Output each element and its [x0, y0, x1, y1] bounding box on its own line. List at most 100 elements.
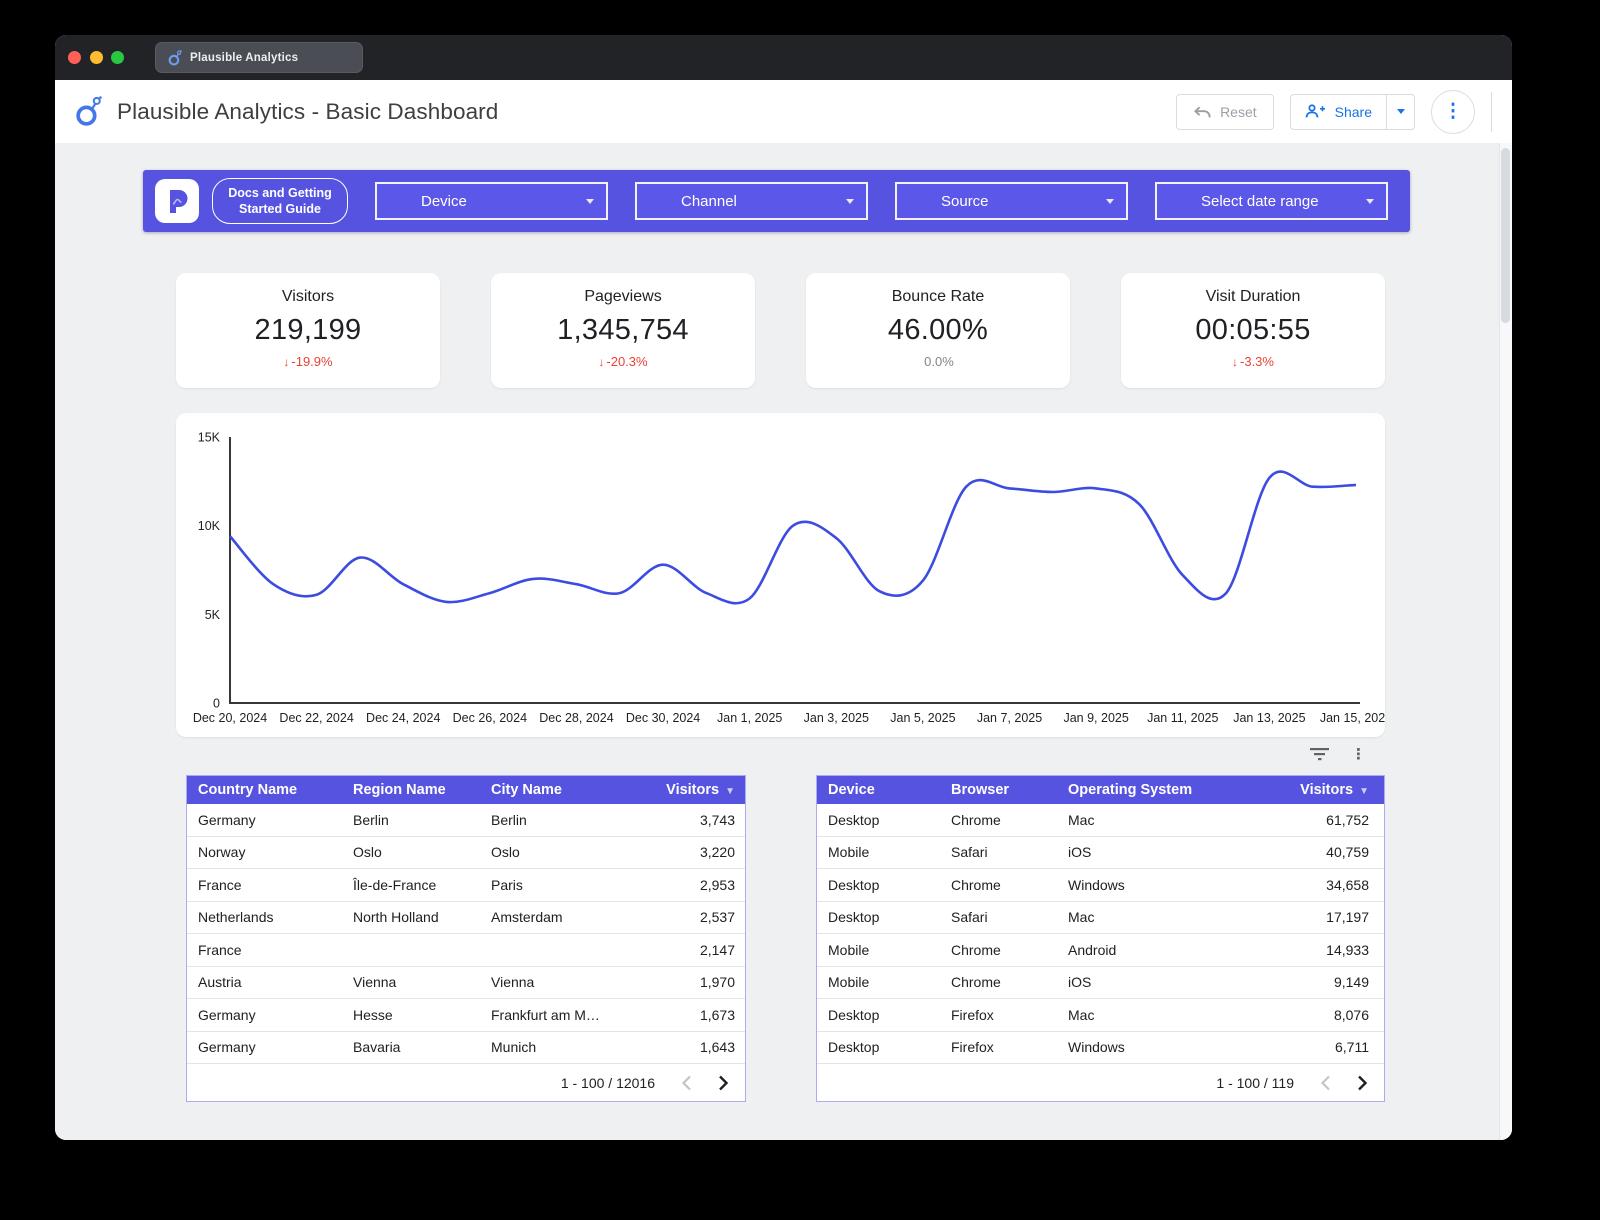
column-header-visitors[interactable]: Visitors▼ — [1246, 782, 1384, 798]
column-header-device[interactable]: Device — [817, 782, 940, 798]
chevron-down-icon — [1366, 199, 1374, 204]
table-cell: 8,076 — [1246, 1007, 1384, 1023]
table-cell: Oslo — [342, 844, 480, 860]
table-cell: Frankfurt am M… — [480, 1007, 627, 1023]
prev-page-button[interactable] — [1320, 1075, 1331, 1091]
table-cell: Munich — [480, 1039, 627, 1055]
table-cell: Mobile — [817, 974, 940, 990]
table-cell: 1,673 — [627, 1007, 745, 1023]
table-row[interactable]: AustriaViennaVienna1,970 — [187, 967, 745, 1000]
table-cell: 2,147 — [627, 942, 745, 958]
filter-dropdown-date-range[interactable]: Select date range — [1155, 182, 1388, 220]
plausible-favicon-icon — [168, 50, 182, 66]
x-axis-tick: Jan 11, 2025 — [1147, 711, 1218, 725]
chevron-down-icon — [1106, 199, 1114, 204]
person-add-icon — [1305, 104, 1326, 119]
table-row[interactable]: DesktopChromeMac61,752 — [817, 804, 1384, 837]
filter-dropdown-channel[interactable]: Channel — [635, 182, 868, 220]
zoom-window-button[interactable] — [111, 51, 124, 64]
filter-icon[interactable] — [1310, 748, 1329, 761]
close-window-button[interactable] — [68, 51, 81, 64]
table-cell: Berlin — [342, 812, 480, 828]
table-row[interactable]: DesktopFirefoxMac8,076 — [817, 999, 1384, 1032]
table-header-row: Device Browser Operating System Visitors… — [817, 776, 1384, 804]
table-row[interactable]: MobileChromeiOS9,149 — [817, 967, 1384, 1000]
column-header-browser[interactable]: Browser — [940, 782, 1057, 798]
more-options-button[interactable]: ⋮ — [1431, 90, 1475, 134]
filter-dropdown-source[interactable]: Source — [895, 182, 1128, 220]
table-cell: Desktop — [817, 1039, 940, 1055]
filter-label: Select date range — [1201, 193, 1319, 210]
y-axis-tick: 0 — [213, 697, 220, 711]
table-cell: Mobile — [817, 942, 940, 958]
table-cell: Desktop — [817, 877, 940, 893]
chevron-down-icon — [846, 199, 854, 204]
table-cell: 61,752 — [1246, 812, 1384, 828]
filter-dropdown-device[interactable]: Device — [375, 182, 608, 220]
dashboard-canvas: Docs and Getting Started Guide Device Ch… — [55, 143, 1512, 1140]
filter-label: Channel — [681, 193, 737, 210]
table-cell: Chrome — [940, 942, 1057, 958]
table-cell: Netherlands — [187, 909, 342, 925]
column-header-country[interactable]: Country Name — [187, 782, 342, 798]
table-cell: Germany — [187, 1039, 342, 1055]
pagination-range: 1 - 100 / 119 — [1216, 1075, 1294, 1091]
x-axis-tick: Dec 20, 2024 — [193, 711, 267, 725]
table-row[interactable]: NorwayOsloOslo3,220 — [187, 837, 745, 870]
table-row[interactable]: MobileChromeAndroid14,933 — [817, 934, 1384, 967]
kebab-menu-icon[interactable]: ⋮ — [1351, 745, 1366, 763]
table-row[interactable]: MobileSafariiOS40,759 — [817, 837, 1384, 870]
sort-caret-icon: ▼ — [1359, 786, 1369, 797]
table-row[interactable]: GermanyBerlinBerlin3,743 — [187, 804, 745, 837]
y-axis-tick: 15K — [198, 431, 221, 445]
table-row[interactable]: DesktopFirefoxWindows6,711 — [817, 1032, 1384, 1065]
x-axis-tick: Jan 1, 2025 — [717, 711, 782, 725]
next-page-button[interactable] — [718, 1075, 729, 1091]
table-cell: Chrome — [940, 812, 1057, 828]
column-header-visitors[interactable]: Visitors▼ — [627, 782, 745, 798]
window-controls — [68, 51, 124, 64]
table-row[interactable]: FranceÎle-de-FranceParis2,953 — [187, 869, 745, 902]
timeseries-chart-card: 05K10K15KDec 20, 2024Dec 22, 2024Dec 24,… — [176, 413, 1385, 737]
minimize-window-button[interactable] — [90, 51, 103, 64]
undo-icon — [1193, 105, 1212, 119]
table-row[interactable]: France2,147 — [187, 934, 745, 967]
prev-page-button[interactable] — [681, 1075, 692, 1091]
share-button[interactable]: Share — [1290, 94, 1415, 130]
share-menu-caret[interactable] — [1386, 95, 1414, 129]
table-cell: Chrome — [940, 877, 1057, 893]
table-cell: Safari — [940, 909, 1057, 925]
column-header-os[interactable]: Operating System — [1057, 782, 1246, 798]
browser-tab[interactable]: Plausible Analytics — [155, 42, 363, 73]
table-cell: Amsterdam — [480, 909, 627, 925]
y-axis-tick: 5K — [205, 608, 221, 622]
table-body: GermanyBerlinBerlin3,743NorwayOsloOslo3,… — [187, 804, 745, 1064]
plausible-logo-icon — [155, 179, 199, 223]
table-row[interactable]: DesktopSafariMac17,197 — [817, 902, 1384, 935]
table-cell: Safari — [940, 844, 1057, 860]
table-cell: Norway — [187, 844, 342, 860]
x-axis-tick: Dec 24, 2024 — [366, 711, 440, 725]
reset-button[interactable]: Reset — [1176, 94, 1274, 130]
arrow-down-icon: ↓ — [283, 355, 289, 369]
table-row[interactable]: GermanyHesseFrankfurt am M…1,673 — [187, 999, 745, 1032]
table-controls: ⋮ — [1310, 745, 1366, 763]
table-cell: Île-de-France — [342, 877, 480, 893]
scorecard-visit-duration: Visit Duration 00:05:55 ↓-3.3% — [1121, 273, 1385, 388]
visitors-line-series — [230, 472, 1356, 604]
column-header-city[interactable]: City Name — [480, 782, 627, 798]
x-axis-tick: Jan 13, 2025 — [1233, 711, 1305, 725]
scorecard-value: 00:05:55 — [1121, 314, 1385, 347]
table-cell: 2,953 — [627, 877, 745, 893]
column-header-region[interactable]: Region Name — [342, 782, 480, 798]
docs-button[interactable]: Docs and Getting Started Guide — [212, 178, 348, 224]
table-cell: 9,149 — [1246, 974, 1384, 990]
table-row[interactable]: DesktopChromeWindows34,658 — [817, 869, 1384, 902]
table-row[interactable]: NetherlandsNorth HollandAmsterdam2,537 — [187, 902, 745, 935]
x-axis-tick: Jan 5, 2025 — [890, 711, 955, 725]
scrollbar[interactable] — [1499, 143, 1512, 1140]
next-page-button[interactable] — [1357, 1075, 1368, 1091]
table-row[interactable]: GermanyBavariaMunich1,643 — [187, 1032, 745, 1065]
x-axis-tick: Jan 7, 2025 — [977, 711, 1042, 725]
scrollbar-thumb[interactable] — [1501, 148, 1510, 323]
